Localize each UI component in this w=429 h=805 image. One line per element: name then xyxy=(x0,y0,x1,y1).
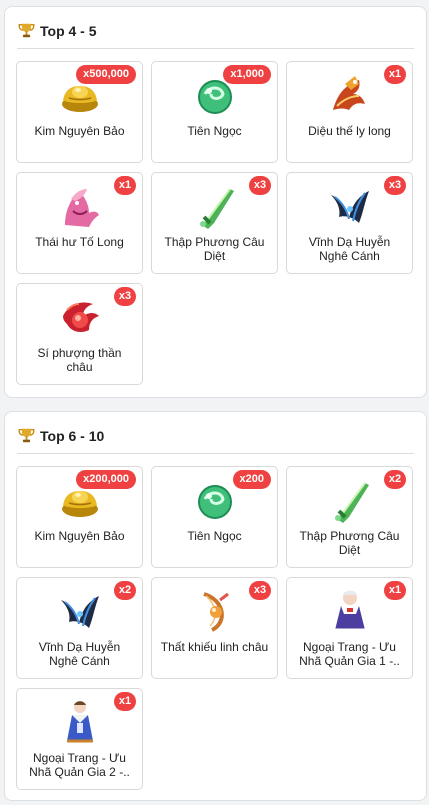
reward-card-tien-ngoc[interactable]: x1,000 Tiên Ngọc xyxy=(151,61,278,163)
quantity-badge: x3 xyxy=(249,581,271,600)
quantity-badge: x200,000 xyxy=(76,470,136,489)
reward-card-thap-phuong-cau-diet[interactable]: x2 Thập Phương Câu Diệt xyxy=(286,466,413,568)
panel-title-text: Top 6 - 10 xyxy=(40,428,105,444)
reward-grid: x500,000 Kim Nguyên Bảo x1,000 Tiên Ngọc x1 D… xyxy=(16,61,416,385)
dark-wing-icon xyxy=(325,181,375,231)
quantity-badge: x1 xyxy=(114,692,136,711)
reward-card-thai-hu-to-long[interactable]: x1 Thái hư Tố Long xyxy=(16,172,143,274)
divider xyxy=(17,48,414,49)
reward-card-ngoai-trang-uu-nha-quan-gia-1[interactable]: x1 Ngoại Trang - Ưu Nhã Quản Gia 1 -.. xyxy=(286,577,413,679)
reward-card-ngoai-trang-uu-nha-quan-gia-2[interactable]: x1 Ngoại Trang - Ưu Nhã Quản Gia 2 -.. xyxy=(16,688,143,790)
reward-card-vinh-da-huyen-nghe-canh[interactable]: x3 Vĩnh Dạ Huyễn Nghê Cánh xyxy=(286,172,413,274)
quantity-badge: x3 xyxy=(249,176,271,195)
reward-name: Tiên Ngọc xyxy=(187,529,242,543)
phoenix-pearl-icon xyxy=(55,292,105,342)
quantity-badge: x1 xyxy=(384,65,406,84)
reward-grid: x200,000 Kim Nguyên Bảo x200 Tiên Ngọc x2 Thậ… xyxy=(16,466,416,790)
quantity-badge: x1 xyxy=(114,176,136,195)
reward-name: Thập Phương Câu Diệt xyxy=(164,235,265,263)
panel-title: Top 6 - 10 xyxy=(17,426,104,446)
reward-card-that-khieu-linh-chau[interactable]: x3 Thất khiếu linh châu xyxy=(151,577,278,679)
pink-dragon-icon xyxy=(55,181,105,231)
quantity-badge: x500,000 xyxy=(76,65,136,84)
divider xyxy=(17,453,414,454)
panel-title: Top 4 - 5 xyxy=(17,21,97,41)
quantity-badge: x2 xyxy=(114,581,136,600)
quantity-badge: x1,000 xyxy=(223,65,271,84)
costume-purple-icon xyxy=(325,586,375,636)
reward-panel-top-6-10: Top 6 - 10 x200,000 Kim Nguyên Bảo x200 Tiê… xyxy=(4,411,427,801)
reward-name: Kim Nguyên Bảo xyxy=(34,529,125,543)
quantity-badge: x200 xyxy=(232,470,271,489)
reward-card-si-phuong-than-chau[interactable]: x3 Sí phượng thần châu xyxy=(16,283,143,385)
dragon-icon xyxy=(325,70,375,120)
jade-orb-icon xyxy=(190,475,240,525)
quantity-badge: x2 xyxy=(384,470,406,489)
reward-name: Ngoại Trang - Ưu Nhã Quản Gia 2 -.. xyxy=(29,751,130,779)
trophy-icon xyxy=(17,22,36,40)
reward-card-kim-nguyen-bao[interactable]: x200,000 Kim Nguyên Bảo xyxy=(16,466,143,568)
reward-card-thap-phuong-cau-diet[interactable]: x3 Thập Phương Câu Diệt xyxy=(151,172,278,274)
reward-name: Thất khiếu linh châu xyxy=(160,640,269,654)
reward-card-tien-ngoc[interactable]: x200 Tiên Ngọc xyxy=(151,466,278,568)
reward-name: Ngoại Trang - Ưu Nhã Quản Gia 1 -.. xyxy=(299,640,400,668)
reward-card-dieu-the-ly-long[interactable]: x1 Diệu thế ly long xyxy=(286,61,413,163)
quantity-badge: x1 xyxy=(384,581,406,600)
reward-name: Kim Nguyên Bảo xyxy=(34,124,125,138)
reward-card-kim-nguyen-bao[interactable]: x500,000 Kim Nguyên Bảo xyxy=(16,61,143,163)
panel-title-text: Top 4 - 5 xyxy=(40,23,97,39)
reward-panel-top-4-5: Top 4 - 5 x500,000 Kim Nguyên Bảo x1,000 Ti… xyxy=(4,6,427,398)
reward-name: Vĩnh Dạ Huyễn Nghê Cánh xyxy=(308,235,391,263)
green-blade-icon xyxy=(190,181,240,231)
reward-name: Thái hư Tố Long xyxy=(35,235,124,249)
reward-name: Tiên Ngọc xyxy=(187,124,242,138)
reward-name: Vĩnh Dạ Huyễn Nghê Cánh xyxy=(38,640,121,668)
orange-bow-icon xyxy=(190,586,240,636)
reward-name: Diệu thế ly long xyxy=(308,124,391,138)
trophy-icon xyxy=(17,427,36,445)
dark-wing-icon xyxy=(55,586,105,636)
reward-card-vinh-da-huyen-nghe-canh[interactable]: x2 Vĩnh Dạ Huyễn Nghê Cánh xyxy=(16,577,143,679)
costume-blue-icon xyxy=(55,697,105,747)
green-blade-icon xyxy=(325,475,375,525)
quantity-badge: x3 xyxy=(114,287,136,306)
quantity-badge: x3 xyxy=(384,176,406,195)
reward-name: Sí phượng thần châu xyxy=(37,346,122,374)
reward-name: Thập Phương Câu Diệt xyxy=(299,529,400,557)
